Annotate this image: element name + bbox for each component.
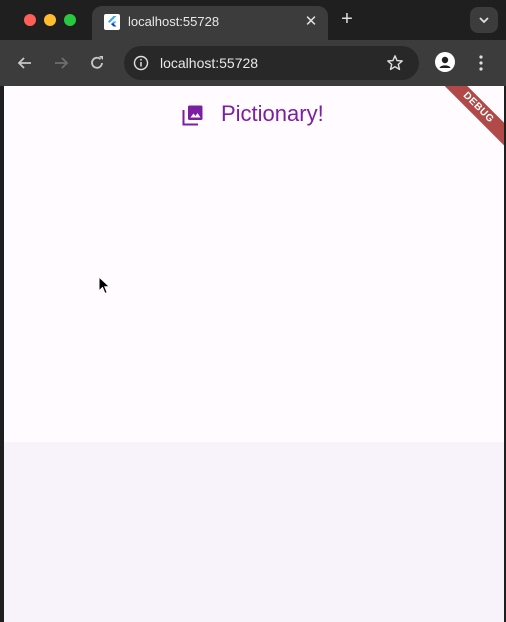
minimize-window-button[interactable]: [44, 14, 56, 26]
new-tab-button[interactable]: +: [337, 9, 357, 29]
close-window-button[interactable]: [24, 14, 36, 26]
tab-close-icon[interactable]: ✕: [302, 13, 320, 31]
profile-button[interactable]: [435, 52, 455, 72]
chevron-down-icon: [479, 17, 489, 24]
photo-library-icon: [182, 105, 203, 126]
reload-button[interactable]: [86, 52, 108, 74]
arrow-right-icon: [55, 57, 69, 69]
forward-button[interactable]: [50, 52, 72, 74]
drawing-canvas[interactable]: [4, 142, 504, 442]
app-title: Pictionary!: [221, 101, 324, 126]
address-url: localhost:55728: [160, 55, 259, 71]
kebab-icon[interactable]: [472, 53, 490, 73]
back-button[interactable]: [14, 52, 36, 74]
info-icon[interactable]: [133, 55, 149, 71]
app-bar: Pictionary!: [4, 86, 504, 142]
address-bar[interactable]: localhost:55728: [124, 46, 419, 80]
browser-window: localhost:55728 ✕ + localhost:55728 Pict…: [0, 0, 506, 622]
debug-banner: DEBUG: [444, 86, 504, 146]
maximize-window-button[interactable]: [64, 14, 76, 26]
profile-icon: [439, 56, 451, 68]
arrow-left-icon: [17, 57, 31, 69]
mouse-cursor-icon: [98, 276, 111, 295]
tab-search-button[interactable]: [470, 7, 498, 33]
debug-banner-clip: DEBUG: [444, 86, 504, 146]
tab-title: localhost:55728: [128, 14, 220, 29]
reload-icon: [91, 56, 103, 69]
tab-strip: localhost:55728 ✕ +: [0, 0, 506, 40]
page-viewport: Pictionary! DEBUG: [4, 86, 504, 622]
browser-tab[interactable]: localhost:55728 ✕: [92, 6, 328, 40]
browser-toolbar: localhost:55728: [0, 40, 506, 86]
bottom-panel: [4, 442, 504, 622]
flutter-logo-icon: [104, 14, 120, 30]
star-icon[interactable]: [386, 54, 404, 72]
